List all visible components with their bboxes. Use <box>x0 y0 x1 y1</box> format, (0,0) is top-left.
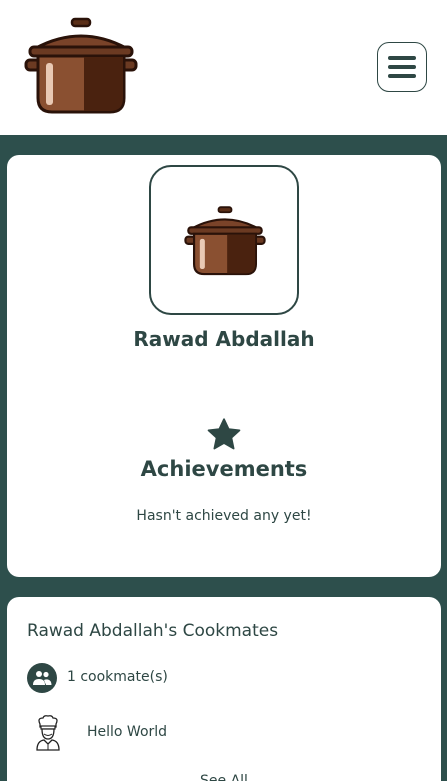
cookmates-title: Rawad Abdallah's Cookmates <box>27 621 279 641</box>
avatar <box>149 165 299 315</box>
cookmates-count[interactable]: 1 cookmate(s) <box>67 669 168 685</box>
cooking-pot-icon <box>184 206 266 276</box>
chef-avatar-icon[interactable] <box>35 715 61 751</box>
cookmate-name[interactable]: Hello World <box>87 724 167 740</box>
profile-card: Rawad Abdallah Achievements Hasn't achie… <box>7 155 441 577</box>
profile-name: Rawad Abdallah <box>133 327 315 351</box>
cookmates-card: Rawad Abdallah's Cookmates 1 cookmate(s)… <box>7 597 441 781</box>
achievements-empty-text: Hasn't achieved any yet! <box>136 508 312 524</box>
star-icon <box>207 418 241 450</box>
achievements-title: Achievements <box>140 457 308 481</box>
hamburger-menu-icon <box>388 56 416 60</box>
cooking-pot-icon[interactable] <box>24 16 138 116</box>
app-header <box>0 0 447 135</box>
users-icon <box>27 663 57 693</box>
menu-button[interactable] <box>377 42 427 92</box>
see-all-link[interactable]: See All <box>7 773 441 781</box>
